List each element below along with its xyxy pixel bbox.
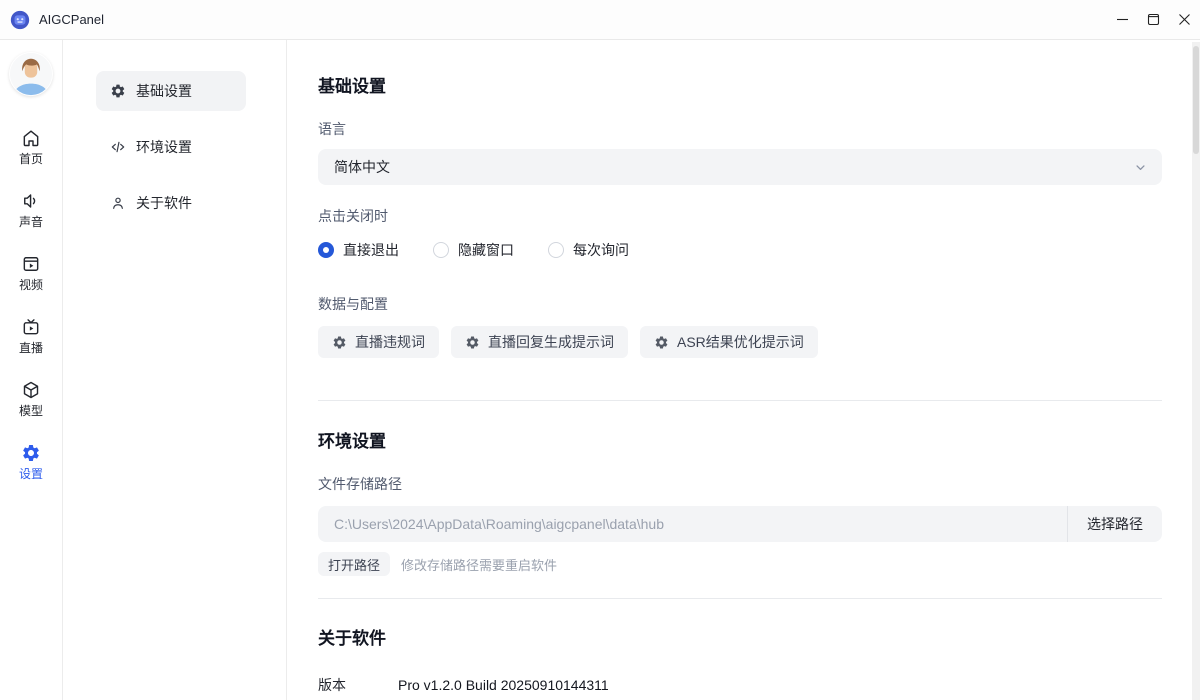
storage-path-input-group: C:\Users\2024\AppData\Roaming\aigcpanel\… [318,506,1162,542]
live-reply-prompt-button[interactable]: 直播回复生成提示词 [451,326,628,358]
sidebar-item-video[interactable]: 视频 [19,254,43,292]
subnav-item-basic-settings[interactable]: 基础设置 [96,71,246,111]
sidebar-item-settings[interactable]: 设置 [19,443,43,481]
version-label: 版本 [318,675,398,695]
sidebar-item-label: 首页 [19,152,43,166]
storage-path-input[interactable]: C:\Users\2024\AppData\Roaming\aigcpanel\… [318,516,1067,532]
maximize-button[interactable] [1138,0,1169,39]
radio-label: 每次询问 [573,240,629,260]
sidebar-item-label: 设置 [19,467,43,481]
close-behavior-label: 点击关闭时 [318,206,1162,226]
radio-label: 直接退出 [343,240,399,260]
storage-path-label: 文件存储路径 [318,474,1162,494]
radio-unselected-icon [433,242,449,258]
maximize-icon [1147,13,1160,26]
minimize-button[interactable] [1107,0,1138,39]
settings-content: 基础设置 语言 简体中文 点击关闭时 直接退出 隐藏窗口 [287,40,1200,700]
app-window: AIGCPanel [0,0,1200,700]
subnav-item-label: 关于软件 [136,193,192,213]
radio-option-exit[interactable]: 直接退出 [318,240,399,260]
sidebar-item-live[interactable]: 直播 [19,317,43,355]
version-row: 版本 Pro v1.2.0 Build 20250910144311 [318,675,1162,695]
chip-label: 直播违规词 [355,332,425,352]
data-config-label: 数据与配置 [318,294,1162,314]
code-icon [110,139,126,155]
restart-hint-text: 修改存储路径需要重启软件 [401,555,557,574]
gear-icon [21,443,41,463]
data-config-buttons: 直播违规词 直播回复生成提示词 ASR结果优化提示词 [318,326,1162,358]
version-value: Pro v1.2.0 Build 20250910144311 [398,677,609,693]
video-icon [21,254,41,274]
subnav-item-label: 环境设置 [136,137,192,157]
close-behavior-radio-group: 直接退出 隐藏窗口 每次询问 [318,240,1162,260]
radio-option-hide-window[interactable]: 隐藏窗口 [433,240,514,260]
close-icon [1178,13,1191,26]
gear-icon [654,335,669,350]
app-title: AIGCPanel [39,12,104,27]
sidebar-item-sound[interactable]: 声音 [19,191,43,229]
subnav-item-environment-settings[interactable]: 环境设置 [96,127,246,167]
gear-icon [465,335,480,350]
gear-icon [110,83,126,99]
sidebar-item-model[interactable]: 模型 [19,380,43,418]
user-avatar[interactable] [9,52,53,96]
chip-label: 直播回复生成提示词 [488,332,614,352]
subnav-item-label: 基础设置 [136,81,192,101]
section-title-about: 关于软件 [318,628,1162,649]
nav-rail: 首页 声音 视频 [0,40,63,700]
gear-icon [332,335,347,350]
sidebar-item-home[interactable]: 首页 [19,128,43,166]
section-divider [318,400,1162,401]
minimize-icon [1116,13,1129,26]
section-divider [318,598,1162,599]
chevron-down-icon [1133,160,1148,175]
radio-option-ask-every-time[interactable]: 每次询问 [548,240,629,260]
asr-optimize-prompt-button[interactable]: ASR结果优化提示词 [640,326,818,358]
section-title-basic: 基础设置 [318,76,1162,97]
user-icon [110,195,126,211]
radio-selected-icon [318,242,334,258]
radio-unselected-icon [548,242,564,258]
choose-path-button[interactable]: 选择路径 [1067,506,1162,542]
sidebar-item-label: 视频 [19,278,43,292]
sound-icon [21,191,41,211]
language-select[interactable]: 简体中文 [318,149,1162,185]
app-logo-icon [10,10,30,30]
settings-subnav: 基础设置 环境设置 关于软件 [63,40,287,700]
vertical-scrollbar[interactable] [1192,42,1200,700]
close-button[interactable] [1169,0,1200,39]
radio-label: 隐藏窗口 [458,240,514,260]
section-title-environment: 环境设置 [318,431,1162,452]
live-banned-words-button[interactable]: 直播违规词 [318,326,439,358]
chip-label: ASR结果优化提示词 [677,332,804,352]
storage-path-hint-row: 打开路径 修改存储路径需要重启软件 [318,552,1162,576]
sidebar-item-label: 声音 [19,215,43,229]
home-icon [21,128,41,148]
app-body: 首页 声音 视频 [0,40,1200,700]
sidebar-item-label: 模型 [19,404,43,418]
live-icon [21,317,41,337]
language-select-value: 简体中文 [334,157,1133,177]
window-controls [1107,0,1200,39]
scrollbar-thumb[interactable] [1193,46,1199,154]
language-label: 语言 [318,119,1162,139]
subnav-item-about-software[interactable]: 关于软件 [96,183,246,223]
titlebar: AIGCPanel [0,0,1200,40]
open-path-button[interactable]: 打开路径 [318,552,390,576]
model-icon [21,380,41,400]
sidebar-item-label: 直播 [19,341,43,355]
